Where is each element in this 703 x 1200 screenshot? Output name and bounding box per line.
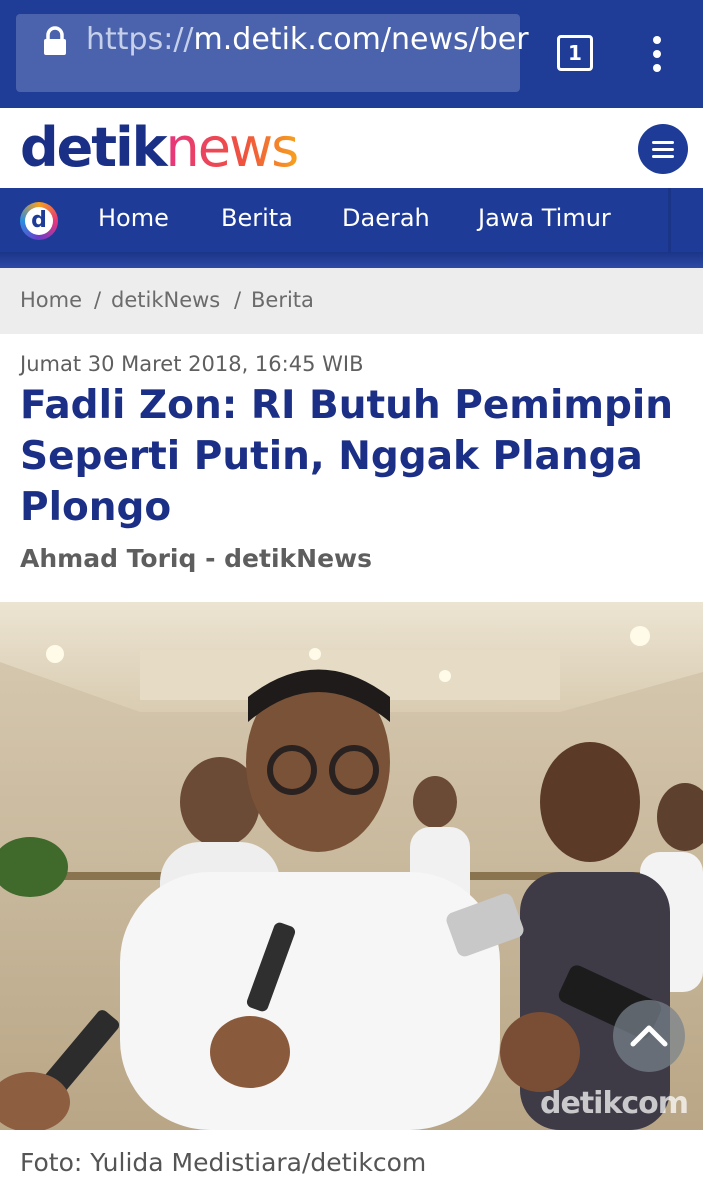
hamburger-menu-icon[interactable]	[638, 124, 688, 174]
nav-shadow	[0, 252, 703, 268]
breadcrumb-separator: /	[234, 288, 242, 312]
detik-network-logo[interactable]: d	[20, 202, 58, 240]
breadcrumb-detiknews[interactable]: detikNews	[111, 288, 220, 312]
logo-detik: detik	[20, 116, 168, 179]
scroll-to-top-button[interactable]	[613, 1000, 685, 1072]
site-header: detiknews	[0, 108, 703, 188]
chevron-up-icon	[630, 1025, 668, 1047]
lock-icon	[44, 26, 66, 55]
article-author[interactable]: Ahmad Toriq - detikNews	[20, 544, 372, 573]
url-scheme: https://	[86, 22, 194, 57]
logo-news: news	[165, 116, 300, 179]
main-nav: d Home Berita Daerah Jawa Timur	[0, 188, 703, 252]
nav-item-jawa-timur[interactable]: Jawa Timur	[478, 204, 611, 232]
nav-item-daerah[interactable]: Daerah	[342, 204, 430, 232]
photo-illustration	[0, 602, 703, 1130]
detiknews-logo[interactable]: detiknews	[20, 116, 300, 179]
breadcrumb: Home / detikNews / Berita	[0, 268, 703, 334]
nav-item-home[interactable]: Home	[98, 204, 169, 232]
nav-fade	[613, 188, 703, 252]
url-host-path: m.detik.com/news/ber	[193, 22, 529, 57]
photo-caption: Foto: Yulida Medistiara/detikcom	[20, 1148, 427, 1177]
browser-toolbar: https://m.detik.com/news/ber 1	[0, 0, 703, 108]
breadcrumb-home[interactable]: Home	[20, 288, 82, 312]
url-text[interactable]: https://m.detik.com/news/ber	[86, 22, 529, 57]
nav-divider	[668, 188, 671, 252]
article-photo[interactable]: detikcom	[0, 602, 703, 1130]
tab-count-label: 1	[568, 41, 582, 65]
breadcrumb-separator: /	[94, 288, 102, 312]
article-date: Jumat 30 Maret 2018, 16:45 WIB	[20, 352, 364, 376]
overflow-menu-icon[interactable]	[649, 36, 665, 72]
nav-item-berita[interactable]: Berita	[221, 204, 293, 232]
photo-watermark: detikcom	[540, 1086, 689, 1121]
nav-logo-letter: d	[25, 207, 53, 235]
article-title: Fadli Zon: RI Butuh Pemimpin Seperti Put…	[20, 383, 674, 530]
breadcrumb-berita[interactable]: Berita	[251, 288, 314, 312]
tabs-icon[interactable]: 1	[557, 35, 593, 71]
